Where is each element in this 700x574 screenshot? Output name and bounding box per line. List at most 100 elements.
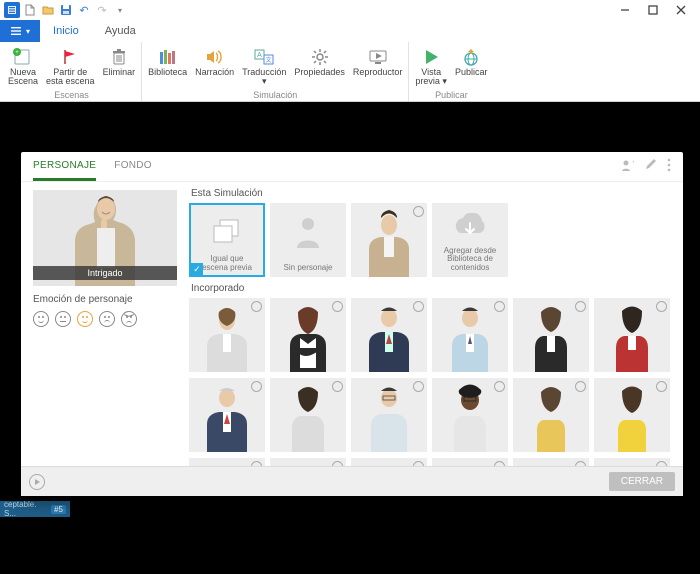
scene-thumbnail-label: ceptable. S... (4, 500, 47, 518)
maximize-button[interactable] (646, 3, 660, 17)
group-label-simulacion: Simulación (253, 90, 297, 101)
preview-button[interactable]: Vista previa ▾ (411, 44, 451, 90)
builtin-card[interactable] (189, 298, 265, 372)
library-button[interactable]: Biblioteca (144, 44, 191, 90)
builtin-card[interactable] (594, 378, 670, 452)
translation-button[interactable]: A文 Traducción ▾ (238, 44, 290, 90)
builtin-card[interactable] (270, 378, 346, 452)
svg-text:文: 文 (266, 56, 272, 64)
builtin-card[interactable] (189, 458, 265, 466)
play-icon (422, 46, 440, 68)
emotion-angry[interactable] (121, 311, 137, 327)
emotion-caption: Emoción de personaje (33, 294, 177, 305)
dialog-tabs: PERSONAJE FONDO + (21, 152, 683, 182)
translation-label: Traducción ▾ (242, 68, 286, 87)
player-icon (368, 46, 388, 68)
emotion-badge-icon (575, 301, 586, 312)
new-file-icon[interactable] (22, 2, 38, 18)
tab-ayuda[interactable]: Ayuda (92, 20, 149, 42)
ribbon-group-escenas: + Nueva Escena Partir de esta escena Eli… (2, 42, 142, 101)
card-same-as-previous[interactable]: Igual que escena previa ✓ (189, 203, 265, 277)
speaker-icon (205, 46, 225, 68)
save-icon[interactable] (58, 2, 74, 18)
play-preview-button[interactable] (29, 474, 45, 490)
emotion-badge-icon (413, 301, 424, 312)
title-bar: ↶ ↷ ▾ (0, 0, 700, 20)
minimize-button[interactable] (618, 3, 632, 17)
ribbon-group-simulacion: Biblioteca Narración A文 Traducción ▾ Pro… (142, 42, 409, 101)
svg-text:A: A (257, 52, 262, 59)
card-no-character[interactable]: Sin personaje (270, 203, 346, 277)
qat-dropdown-icon[interactable]: ▾ (112, 2, 128, 18)
character-preview-panel: Intrigado Emoción de personaje (21, 182, 189, 466)
from-scene-button[interactable]: Partir de esta escena (42, 44, 99, 90)
close-dialog-button[interactable]: CERRAR (609, 472, 675, 491)
emotion-badge-icon (413, 461, 424, 466)
builtin-card[interactable] (270, 458, 346, 466)
svg-text:+: + (15, 50, 19, 56)
card-add-from-library[interactable]: Agregar desde Biblioteca de contenidos (432, 203, 508, 277)
character-dialog: PERSONAJE FONDO + (21, 152, 683, 496)
emotion-badge-icon (332, 381, 343, 392)
builtin-card[interactable] (594, 298, 670, 372)
narration-button[interactable]: Narración (191, 44, 238, 90)
app-menu-button[interactable] (4, 2, 20, 18)
builtin-card[interactable] (594, 458, 670, 466)
file-menu[interactable]: ▾ (0, 20, 40, 42)
close-button[interactable] (674, 3, 688, 17)
ribbon-group-publicar: Vista previa ▾ Publicar Publicar (409, 42, 493, 101)
builtin-card[interactable] (351, 458, 427, 466)
delete-scene-button[interactable]: Eliminar (99, 44, 140, 90)
more-vertical-icon[interactable] (667, 158, 671, 175)
builtin-card[interactable] (513, 378, 589, 452)
player-button[interactable]: Reproductor (349, 44, 407, 90)
builtin-card[interactable] (513, 298, 589, 372)
tab-inicio[interactable]: Inicio (40, 20, 92, 42)
scene-thumbnail-peek[interactable]: ceptable. S... #5 (0, 501, 70, 517)
builtin-card[interactable] (270, 298, 346, 372)
character-gallery: Esta Simulación Igual que escena previa … (189, 182, 683, 466)
emotion-sad[interactable] (99, 311, 115, 327)
edit-pencil-icon[interactable] (644, 158, 657, 175)
emotion-picker (33, 311, 177, 327)
tab-personaje[interactable]: PERSONAJE (33, 152, 96, 181)
emotion-badge-icon (656, 381, 667, 392)
builtin-card[interactable] (432, 458, 508, 466)
group-label-escenas: Escenas (54, 90, 89, 101)
file-menu-caret: ▾ (26, 27, 30, 36)
emotion-badge-icon (251, 301, 262, 312)
builtin-row-1 (189, 298, 673, 372)
player-label: Reproductor (353, 68, 403, 77)
emotion-happy[interactable] (33, 311, 49, 327)
emotion-badge-icon (494, 301, 505, 312)
add-person-icon[interactable]: + (620, 158, 634, 175)
builtin-card[interactable] (189, 378, 265, 452)
globe-upload-icon (462, 46, 480, 68)
gear-icon (311, 46, 329, 68)
emotion-neutral[interactable] (55, 311, 71, 327)
properties-label: Propiedades (294, 68, 345, 77)
open-folder-icon[interactable] (40, 2, 56, 18)
quick-access-toolbar: ↶ ↷ ▾ (4, 2, 128, 18)
card-this-sim-person-1[interactable] (351, 203, 427, 277)
emotion-badge-icon (494, 461, 505, 466)
builtin-card[interactable] (432, 298, 508, 372)
properties-button[interactable]: Propiedades (290, 44, 349, 90)
undo-icon[interactable]: ↶ (76, 2, 92, 18)
new-scene-button[interactable]: + Nueva Escena (4, 44, 42, 90)
builtin-card[interactable] (351, 378, 427, 452)
preview-label: Vista previa ▾ (415, 68, 447, 87)
builtin-card[interactable] (513, 458, 589, 466)
new-scene-label: Nueva Escena (8, 68, 38, 87)
publish-button[interactable]: Publicar (451, 44, 492, 90)
ribbon: + Nueva Escena Partir de esta escena Eli… (0, 42, 700, 102)
emotion-badge-icon (575, 381, 586, 392)
library-label: Biblioteca (148, 68, 187, 77)
redo-icon[interactable]: ↷ (94, 2, 110, 18)
tab-fondo[interactable]: FONDO (114, 152, 152, 181)
builtin-card[interactable] (351, 298, 427, 372)
translate-icon: A文 (254, 46, 274, 68)
builtin-card[interactable] (432, 378, 508, 452)
emotion-badge-icon (413, 206, 424, 217)
emotion-intrigued[interactable] (77, 311, 93, 327)
